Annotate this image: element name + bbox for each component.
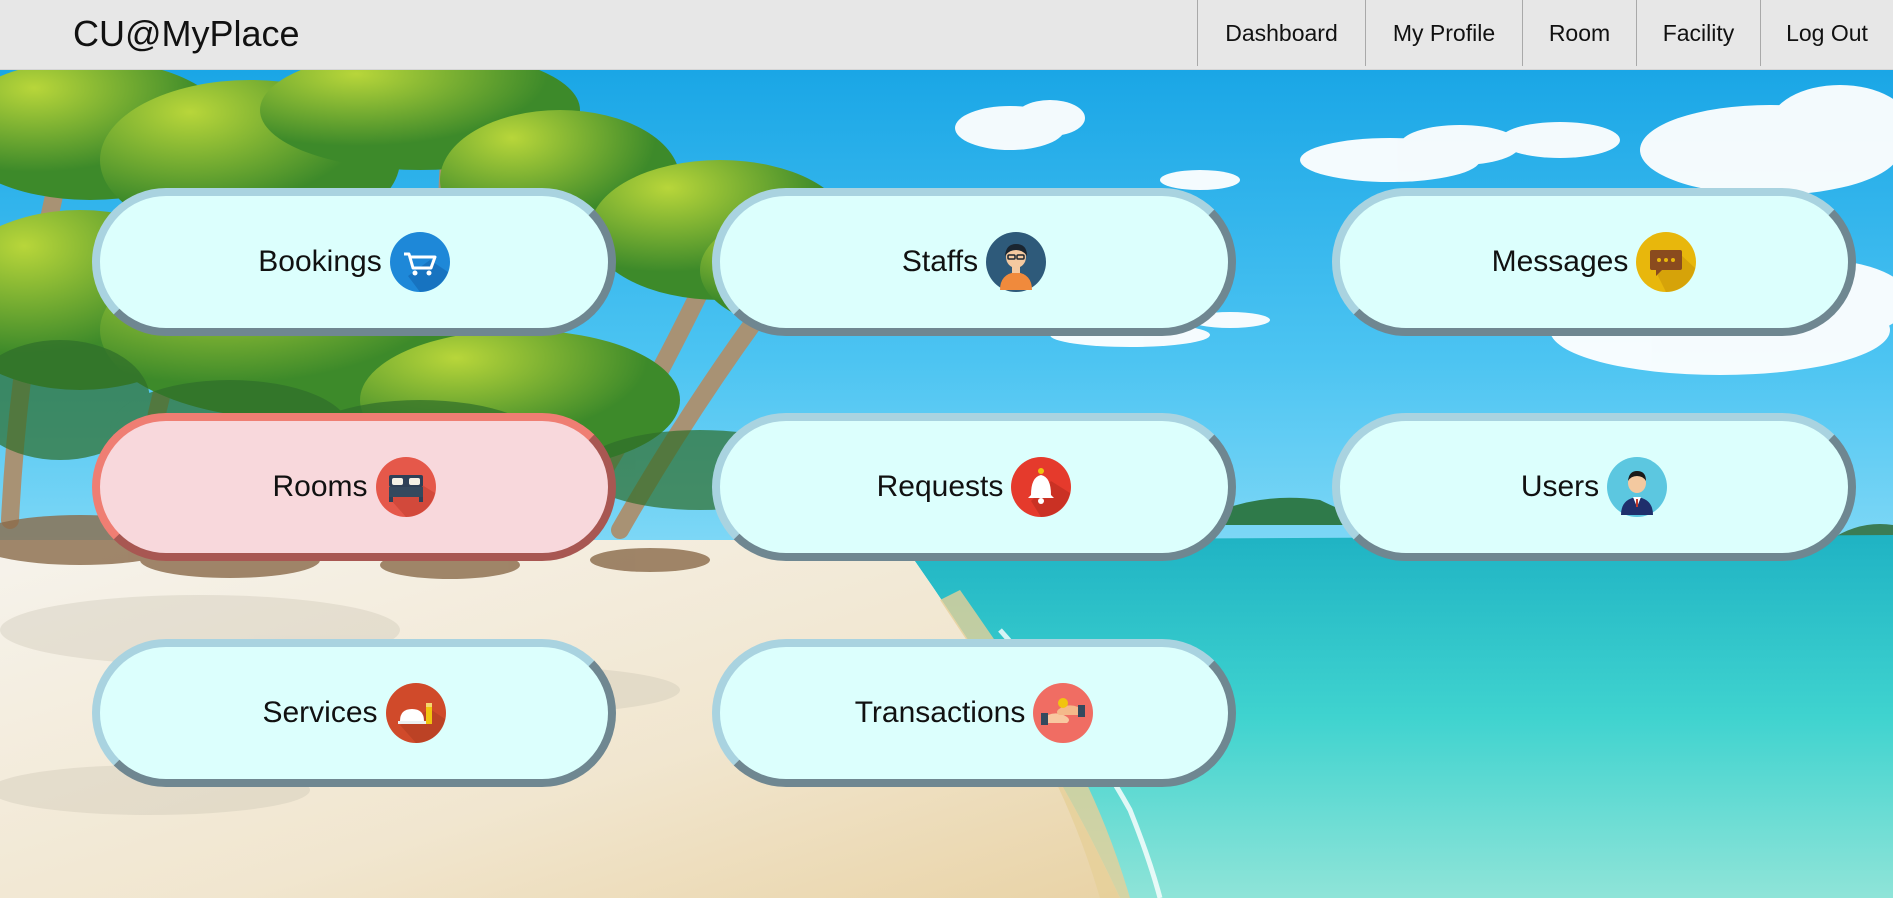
nav-menu: Dashboard My Profile Room Facility Log O… xyxy=(1197,0,1893,66)
bookings-tile-label: Bookings xyxy=(258,245,382,278)
bookings-tile-button[interactable]: Bookings xyxy=(92,188,616,336)
transactions-tile-button[interactable]: Transactions xyxy=(712,639,1236,787)
room-service-icon xyxy=(385,683,446,743)
messages-tile-button[interactable]: Messages xyxy=(1332,188,1856,336)
staffs-tile-label: Staffs xyxy=(901,245,979,278)
rooms-tile-button[interactable]: Rooms xyxy=(92,413,616,561)
page: CU@MyPlace Dashboard My Profile Room Fac… xyxy=(0,0,1893,898)
chat-bubble-icon xyxy=(1636,232,1697,292)
services-tile-label: Services xyxy=(262,696,378,729)
handshake-icon xyxy=(1033,683,1094,743)
requests-tile-button[interactable]: Requests xyxy=(712,413,1236,561)
brand-logo-text[interactable]: CU@MyPlace xyxy=(73,13,300,55)
user-icon xyxy=(1607,457,1668,517)
nav-dashboard-link[interactable]: Dashboard xyxy=(1197,0,1365,66)
staff-person-icon xyxy=(986,232,1047,292)
nav-log-out-link[interactable]: Log Out xyxy=(1760,0,1893,66)
messages-tile-label: Messages xyxy=(1491,245,1629,278)
users-tile-label: Users xyxy=(1520,470,1600,503)
nav-my-profile-link[interactable]: My Profile xyxy=(1365,0,1522,66)
rooms-tile-label: Rooms xyxy=(272,470,368,503)
requests-tile-label: Requests xyxy=(876,470,1004,503)
bell-icon xyxy=(1011,457,1072,517)
services-tile-button[interactable]: Services xyxy=(92,639,616,787)
top-navbar: CU@MyPlace Dashboard My Profile Room Fac… xyxy=(0,0,1893,70)
transactions-tile-label: Transactions xyxy=(854,696,1026,729)
shopping-cart-icon xyxy=(389,232,450,292)
users-tile-button[interactable]: Users xyxy=(1332,413,1856,561)
bed-icon xyxy=(375,457,436,517)
staffs-tile-button[interactable]: Staffs xyxy=(712,188,1236,336)
nav-facility-link[interactable]: Facility xyxy=(1636,0,1760,66)
nav-room-link[interactable]: Room xyxy=(1522,0,1636,66)
